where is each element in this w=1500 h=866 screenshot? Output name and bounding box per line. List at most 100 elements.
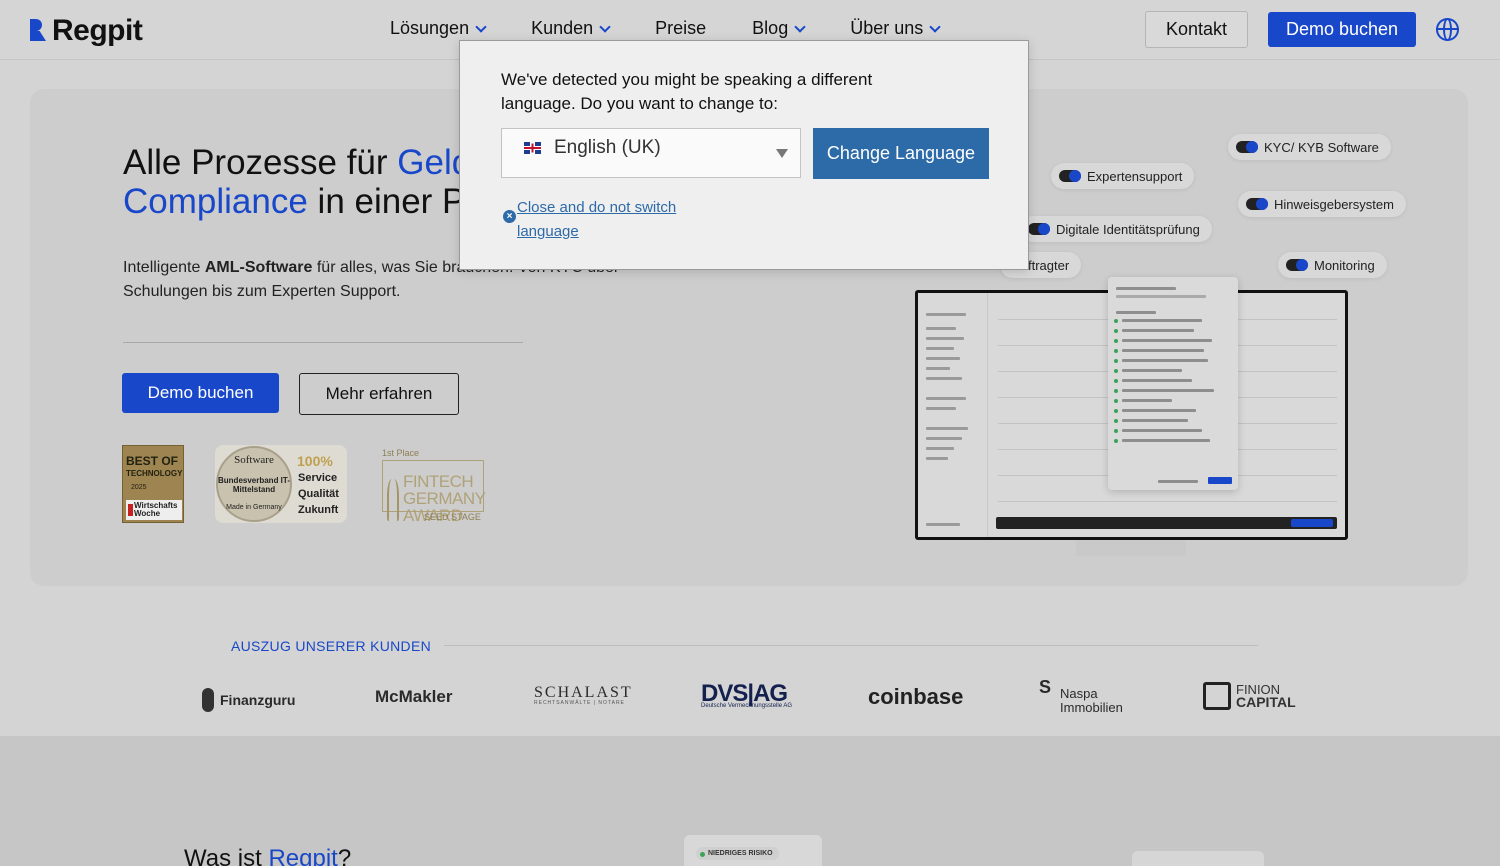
toggle-icon	[1028, 223, 1050, 235]
hero-title: Alle Prozesse für Geld Compliance in ein…	[123, 143, 471, 221]
sidebar-line	[926, 357, 960, 360]
logo-schalast-sub: RECHTSANWÄLTE | NOTARE	[534, 700, 625, 706]
panel-line	[1122, 429, 1202, 432]
panel-line	[1122, 329, 1194, 332]
kontakt-button[interactable]: Kontakt	[1145, 11, 1248, 48]
hero-title-part: in einer P	[307, 182, 466, 221]
badge-words: Service Qualität Zukunft	[298, 470, 339, 518]
nav-item-preise[interactable]: Preise	[655, 18, 706, 39]
status-dot-icon	[1114, 409, 1118, 413]
sidebar-line	[926, 313, 966, 316]
nav-label: Preise	[655, 18, 707, 38]
badge-word: Service	[298, 472, 338, 484]
panel-line	[1122, 399, 1172, 402]
nav-item-losungen[interactable]: Lösungen	[390, 18, 487, 39]
close-no-switch-link[interactable]: Close and do not switch language	[517, 196, 697, 244]
panel-line	[1122, 339, 1212, 342]
sidebar-line	[926, 437, 962, 440]
pill-label: Digitale Identitätsprüfung	[1056, 221, 1200, 237]
finion-text: FINION CAPITAL	[1236, 683, 1296, 710]
demo-buchen-header-button[interactable]: Demo buchen	[1268, 12, 1416, 47]
chevron-down-icon	[929, 20, 941, 33]
heading-text: Was ist	[184, 845, 269, 866]
status-dot-icon	[1114, 319, 1118, 323]
status-dot-icon	[1114, 359, 1118, 363]
logo-text: Finanzguru	[220, 692, 296, 708]
hero-title-part: Alle Prozesse für	[123, 143, 398, 182]
sidebar-line	[926, 337, 964, 340]
status-dot-icon	[1114, 339, 1118, 343]
logo-mark-icon	[30, 19, 48, 43]
nav-item-blog[interactable]: Blog	[752, 18, 806, 39]
nav-label: Lösungen	[390, 18, 470, 38]
status-dot-icon	[1114, 379, 1118, 383]
app-modal-panel	[1108, 277, 1238, 490]
sidebar-line	[926, 367, 950, 370]
panel-line	[1158, 480, 1198, 483]
heading-highlight: Regpit	[268, 845, 338, 866]
seal-icon: Software Bundesverband IT-Mittelstand Ma…	[216, 446, 292, 522]
seal-made-text: Made in Germany	[226, 504, 282, 511]
award-place: 1st Place	[382, 448, 420, 458]
table-row	[998, 501, 1337, 502]
status-dot-icon	[1114, 439, 1118, 443]
nav-label: Über uns	[850, 18, 924, 38]
nav-item-kunden[interactable]: Kunden	[531, 18, 611, 39]
nav-label: Kunden	[531, 18, 594, 38]
logo-dvs-sub: Deutsche Vermechnungsstelle AG	[701, 703, 793, 709]
panel-save-button	[1208, 477, 1232, 484]
pill-monitoring: Monitoring	[1278, 252, 1387, 278]
regpit-logo[interactable]: Regpit	[30, 14, 143, 48]
change-language-button[interactable]: Change Language	[813, 128, 989, 179]
finion-icon	[1203, 682, 1231, 710]
panel-line	[1122, 379, 1192, 382]
pill-hinweisgebersystem: Hinweisgebersystem	[1238, 191, 1406, 217]
badge-publisher: Wirtschafts Woche	[126, 500, 182, 520]
logo-text: Naspa	[1060, 686, 1098, 701]
close-icon[interactable]: ×	[503, 210, 516, 223]
chevron-down-icon	[794, 20, 806, 33]
main-nav: Lösungen Kunden Preise Blog Über uns	[390, 18, 985, 39]
risk-chip: NIEDRIGES RISIKO	[696, 847, 779, 860]
logo-text: Regpit	[52, 14, 143, 47]
risk-card: NIEDRIGES RISIKO	[684, 835, 822, 866]
mehr-erfahren-button[interactable]: Mehr erfahren	[299, 373, 459, 415]
sidebar-line	[926, 327, 956, 330]
status-dot-icon	[1114, 419, 1118, 423]
preview-card	[1132, 851, 1264, 866]
naspa-text: Naspa Immobilien	[1060, 687, 1123, 715]
hero-sub-bold: AML-Software	[204, 259, 313, 276]
demo-buchen-button[interactable]: Demo buchen	[122, 373, 279, 413]
customers-divider	[444, 645, 1258, 646]
best-of-technology-badge: BEST OF TECHNOLOGY 2025 Wirtschafts Woche	[122, 445, 184, 523]
toggle-icon	[1236, 141, 1258, 153]
badge-word: Zukunft	[298, 504, 339, 516]
panel-line	[1116, 287, 1176, 290]
toggle-icon	[1059, 170, 1081, 182]
panel-line	[1122, 439, 1210, 442]
pill-label: Hinweisgebersystem	[1274, 196, 1394, 212]
toggle-icon	[1286, 259, 1308, 271]
badge-text: TECHNOLOGY	[126, 469, 183, 478]
was-ist-regpit-heading: Was ist Regpit?	[184, 845, 351, 866]
logo-finanzguru: Finanzguru	[202, 688, 295, 712]
hero-divider	[123, 342, 523, 343]
language-switch-dialog: We've detected you might be speaking a d…	[459, 40, 1029, 270]
badge-percent: 100%	[297, 453, 333, 469]
chevron-down-icon	[475, 20, 487, 33]
pill-expertensupport: Expertensupport	[1051, 163, 1195, 189]
logo-mcmakler: McMakler	[375, 687, 453, 706]
award-seed: SEED STAGE	[424, 512, 481, 522]
customers-label: AUSZUG UNSERER KUNDEN	[231, 638, 431, 654]
sidebar-line	[926, 377, 962, 380]
logo-coinbase: coinbase	[868, 684, 964, 709]
pill-label: ftragter	[1028, 257, 1070, 273]
logo-text: CAPITAL	[1236, 694, 1296, 710]
panel-line	[1122, 319, 1202, 322]
nav-item-uber-uns[interactable]: Über uns	[850, 18, 941, 39]
globe-icon[interactable]	[1436, 18, 1459, 41]
app-sidebar	[918, 293, 988, 537]
hero-title-highlight: Compliance	[123, 182, 308, 221]
language-select[interactable]: English (UK)	[501, 128, 801, 178]
finanzguru-icon	[202, 688, 214, 712]
